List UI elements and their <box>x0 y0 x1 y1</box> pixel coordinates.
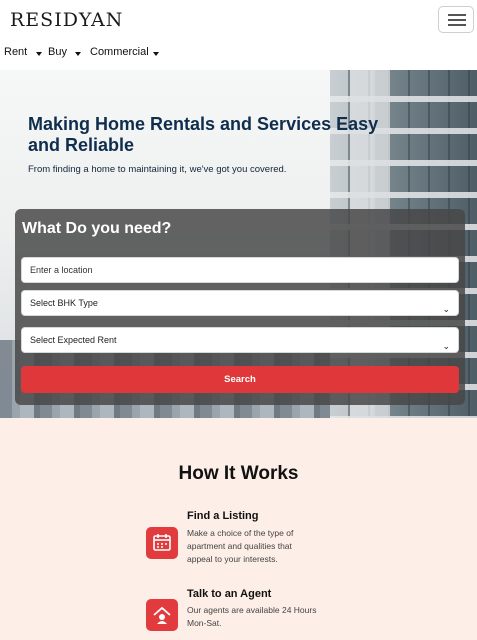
step-text-find-listing: Make a choice of the type of apartment a… <box>187 528 294 564</box>
hero-headline: Making Home Rentals and Services Easy an… <box>28 114 379 155</box>
home-agent-icon <box>146 599 178 631</box>
step-title-find-listing: Find a Listing <box>187 510 259 522</box>
nav-item-commercial[interactable]: Commercial <box>90 46 149 58</box>
search-panel-title: What Do you need? <box>22 220 172 237</box>
search-panel: What Do you need? Select BHK Type ⌄ Sele… <box>15 209 465 405</box>
section-title: How It Works <box>178 463 299 484</box>
menu-toggle-button[interactable] <box>438 6 474 33</box>
brand-logo[interactable]: RESIDYAN <box>10 9 123 31</box>
step-title-talk-agent: Talk to an Agent <box>187 588 272 600</box>
nav-item-buy[interactable]: Buy <box>48 46 67 58</box>
chevron-down-icon: ⌄ <box>442 304 450 314</box>
top-navbar: RESIDYAN <box>0 0 477 40</box>
hamburger-icon-line <box>448 19 466 21</box>
search-button[interactable]: Search <box>21 366 459 393</box>
nav-menu: Rent Buy Commercial <box>0 42 477 68</box>
hamburger-icon <box>448 14 466 16</box>
nav-item-rent[interactable]: Rent <box>4 46 27 58</box>
hero-subheadline: From finding a home to maintaining it, w… <box>28 164 287 175</box>
expected-rent-selected: Select Expected Rent <box>30 335 117 345</box>
chevron-down-icon[interactable] <box>36 52 42 56</box>
bhk-type-selected: Select BHK Type <box>30 298 98 308</box>
location-input[interactable] <box>21 257 459 283</box>
chevron-down-icon[interactable] <box>75 52 81 56</box>
bhk-type-select[interactable]: Select BHK Type ⌄ <box>21 290 459 316</box>
chevron-down-icon: ⌄ <box>442 341 450 351</box>
step-text-talk-agent: Our agents are available 24 Hours Mon-Sa… <box>187 605 317 628</box>
expected-rent-select[interactable]: Select Expected Rent ⌄ <box>21 327 459 353</box>
hero-section: Making Home Rentals and Services Easy an… <box>0 70 477 418</box>
chevron-down-icon[interactable] <box>153 52 159 56</box>
calendar-icon <box>146 527 178 559</box>
hamburger-icon-line <box>448 24 466 26</box>
how-it-works-section: How It Works Find a Listing Make a choic… <box>0 418 477 640</box>
